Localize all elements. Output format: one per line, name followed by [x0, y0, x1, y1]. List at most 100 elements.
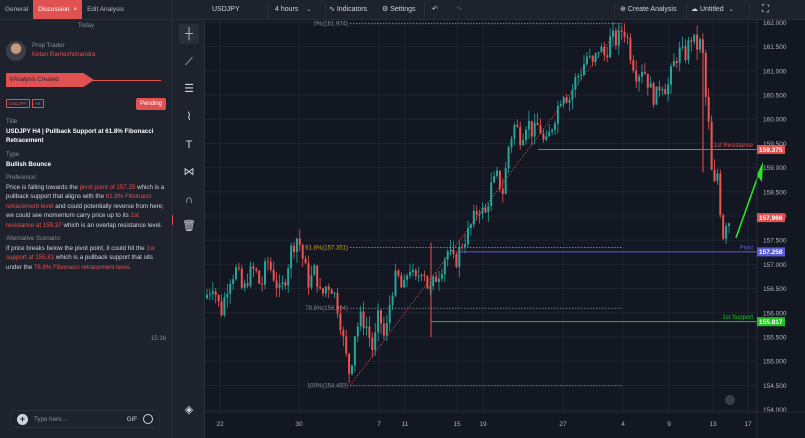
candle-body — [229, 283, 232, 294]
candle-body — [380, 310, 382, 324]
candle-body — [725, 225, 728, 239]
alternative-text: If price breaks below the pivot point, i… — [6, 244, 168, 272]
pending-button[interactable]: Pending — [135, 98, 166, 110]
candle-body — [525, 129, 527, 141]
candle-body — [313, 265, 316, 276]
candle-body — [307, 263, 310, 288]
indicators-button[interactable]: ∿ Indicators — [329, 0, 367, 20]
candle-body — [574, 77, 577, 90]
candle-body — [258, 270, 261, 284]
layers-tool[interactable]: ◈ — [179, 400, 199, 420]
author-name[interactable]: Ketan Rameshchandra — [32, 50, 95, 59]
delete-tool[interactable]: 🗑 — [179, 216, 199, 236]
interval-selector[interactable]: 4 hours ⌄ — [275, 0, 311, 20]
candle-body — [501, 188, 504, 194]
tab-discussion[interactable]: Discussion × — [33, 0, 83, 19]
layout-name: Untitled — [699, 6, 724, 13]
candle-body — [206, 294, 208, 299]
chart-canvas[interactable]: 0%(161.974) 61.8%(157.351) 78.6%(156.094) 1… — [205, 20, 805, 438]
candle-body — [687, 40, 690, 61]
fib-level-label: 78.6%(156.094) — [305, 306, 348, 312]
trendline-tool[interactable]: ⟋ — [179, 52, 199, 72]
avatar[interactable] — [6, 41, 26, 61]
date-divider: Today — [77, 23, 94, 29]
candle-body — [554, 123, 556, 130]
redo-button[interactable]: ↷ — [456, 0, 462, 20]
create-analysis-button[interactable]: ⊕ Create Analysis — [620, 0, 676, 20]
candle-body — [336, 292, 339, 314]
fib-level-label: 61.8%(157.351) — [305, 245, 348, 251]
candle-body — [710, 121, 713, 170]
candle-body — [516, 124, 519, 127]
candle-body — [530, 120, 533, 137]
close-icon[interactable]: × — [74, 7, 78, 13]
message-timestamp: 15:16 — [150, 336, 166, 342]
x-tick-label: 13 — [709, 421, 717, 428]
candle-body — [597, 51, 600, 54]
candle-body — [246, 283, 249, 286]
candle-body — [362, 311, 365, 329]
candle-body — [591, 56, 594, 62]
candle-body — [519, 126, 522, 146]
price-chart[interactable]: 0%(161.974) 61.8%(157.351) 78.6%(156.094) 1… — [205, 20, 805, 438]
tab-general[interactable]: General — [0, 0, 33, 19]
fullscreen-button[interactable]: ⛶ — [762, 0, 769, 20]
candle-body — [333, 292, 336, 294]
y-tick-label: 155.000 — [763, 359, 787, 366]
fullscreen-icon: ⛶ — [762, 4, 769, 15]
gif-button[interactable]: GIF — [127, 416, 137, 423]
y-tick-label: 155.500 — [763, 334, 787, 341]
candle-body — [232, 279, 235, 284]
candle-body — [284, 282, 287, 286]
crosshair-tool[interactable]: ┼ — [179, 24, 199, 44]
candle-body — [235, 267, 237, 280]
tab-edit-analysis[interactable]: Edit Analysis — [82, 0, 129, 19]
author-info: Prop Trader Ketan Rameshchandra — [6, 41, 95, 61]
x-tick-label: 4 — [621, 421, 625, 428]
add-attachment-icon[interactable]: + — [17, 413, 28, 425]
text-tool[interactable]: T — [179, 135, 199, 155]
y-tick-label: 158.500 — [763, 189, 787, 196]
candle-body — [452, 249, 455, 255]
candle-body — [722, 215, 725, 239]
candle-body — [435, 276, 438, 282]
fib-tool[interactable]: ☰ — [179, 79, 199, 99]
candle-body — [264, 261, 266, 285]
undo-button[interactable]: ↶ — [432, 0, 438, 20]
reply-input[interactable]: + Type here... GIF — [10, 410, 160, 428]
candle-body — [382, 323, 385, 336]
candle-body — [542, 133, 545, 140]
timeframe-badge: H4 — [31, 99, 44, 108]
level-price-tag-label: 159.375 — [759, 147, 783, 154]
magnet-tool[interactable]: ∩ — [179, 190, 199, 210]
candle-body — [374, 332, 377, 351]
candle-body — [269, 261, 272, 270]
candle-body — [365, 326, 368, 329]
level-price-tag-label: 155.817 — [759, 319, 783, 326]
candle-body — [461, 246, 464, 248]
candle-body — [681, 46, 684, 48]
measure-tool[interactable]: ⋈ — [179, 162, 199, 182]
settings-button[interactable]: ⚙ Settings — [382, 0, 416, 20]
candle-body — [287, 268, 290, 286]
y-tick-label: 161.000 — [763, 68, 787, 75]
candle-body — [319, 286, 322, 289]
candle-body — [438, 278, 440, 282]
title-label: Title — [6, 119, 18, 125]
emoji-icon[interactable] — [143, 414, 153, 424]
candle-body — [403, 279, 406, 288]
candle-body — [249, 266, 252, 286]
candle-body — [617, 30, 620, 46]
candle-body — [513, 124, 516, 139]
candle-body — [411, 270, 414, 273]
candle-body — [356, 326, 359, 337]
toolbar-divider — [424, 2, 425, 18]
pattern-tool[interactable]: ⌇ — [179, 107, 199, 127]
symbol-selector[interactable]: USDJPY — [212, 0, 240, 20]
x-tick-label: 17 — [744, 421, 752, 428]
candle-body — [699, 39, 701, 50]
candle-body — [556, 106, 559, 124]
layout-selector[interactable]: ☁ Untitled ⌄ — [691, 0, 734, 20]
toolbar-divider — [325, 2, 326, 18]
candle-body — [484, 207, 487, 213]
